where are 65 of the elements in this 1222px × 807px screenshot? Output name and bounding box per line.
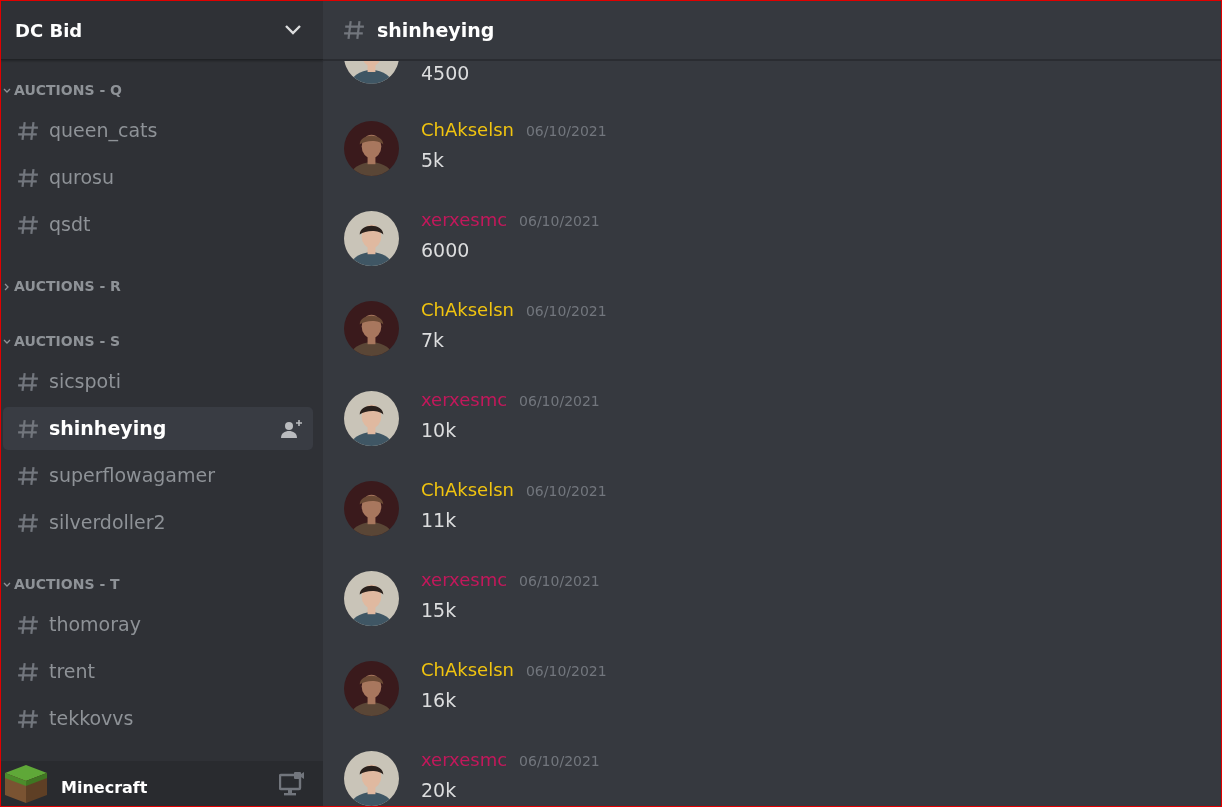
username[interactable]: ChAkselsn <box>421 116 514 143</box>
message-text: 7k <box>421 328 446 353</box>
category-name[interactable]: AUCTIONS - T <box>14 574 120 595</box>
avatar[interactable] <box>344 661 399 716</box>
hashtag-icon <box>17 660 39 683</box>
channel-item[interactable]: qsdt <box>3 203 313 246</box>
screen-share-icon[interactable] <box>279 771 305 796</box>
hashtag-icon <box>17 707 39 730</box>
message-text: 6000 <box>421 238 471 263</box>
timestamp: 06/10/2021 <box>525 302 607 321</box>
invite-icon[interactable] <box>281 419 303 438</box>
caret-icon[interactable] <box>3 86 11 95</box>
avatar[interactable] <box>344 301 399 356</box>
hashtag-icon <box>17 213 39 236</box>
channel-item[interactable]: queen_cats <box>3 109 313 152</box>
username[interactable]: ChAkselsn <box>421 296 514 323</box>
avatar[interactable] <box>344 481 399 536</box>
hashtag-icon <box>17 417 39 440</box>
username[interactable]: ChAkselsn <box>421 656 514 683</box>
caret-icon[interactable] <box>3 337 11 346</box>
message-text: 11k <box>421 508 458 533</box>
avatar[interactable] <box>344 571 399 626</box>
username[interactable]: ChAkselsn <box>421 476 514 503</box>
category-name[interactable]: AUCTIONS - R <box>14 276 121 297</box>
avatar[interactable] <box>344 211 399 266</box>
timestamp: 06/10/2021 <box>525 122 607 141</box>
message-text: 16k <box>421 688 458 713</box>
channel-item[interactable]: superflowagamer <box>3 454 313 497</box>
hashtag-icon <box>17 511 39 534</box>
caret-icon[interactable] <box>3 580 11 589</box>
avatar[interactable] <box>344 391 399 446</box>
chevron-icon[interactable] <box>285 25 301 35</box>
avatar[interactable] <box>344 751 399 806</box>
timestamp: 06/10/2021 <box>525 482 607 501</box>
message-text: 10k <box>421 418 458 443</box>
activity-name: Minecraft <box>61 776 149 799</box>
channel-item[interactable]: qurosu <box>3 156 313 199</box>
channel-item[interactable]: trent <box>3 650 313 693</box>
category-name[interactable]: AUCTIONS - Q <box>14 80 122 101</box>
grass-block-icon <box>5 764 47 803</box>
hashtag-icon <box>17 166 39 189</box>
avatar[interactable] <box>344 121 399 176</box>
channel-title: shinheying <box>377 17 495 43</box>
hashtag-icon <box>17 464 39 487</box>
channel-item[interactable]: tekkovvs <box>3 697 313 740</box>
caret-icon[interactable] <box>3 282 11 291</box>
channel-item[interactable]: silverdoller2 <box>3 501 313 544</box>
message-text: 4500 <box>421 61 470 86</box>
hashtag-icon <box>17 613 39 636</box>
message-text: 5k <box>421 148 446 173</box>
hashtag-icon <box>17 370 39 393</box>
category-name[interactable]: AUCTIONS - S <box>14 331 121 352</box>
channel-item[interactable]: thomoray <box>3 603 313 646</box>
hashtag-icon <box>17 119 39 142</box>
channel-item[interactable]: shinheying <box>3 407 313 450</box>
server-name[interactable]: DC Bid <box>15 16 83 44</box>
timestamp: 06/10/2021 <box>519 572 600 591</box>
hashtag-icon <box>343 19 365 41</box>
timestamp: 06/10/2021 <box>519 752 600 771</box>
message-text: 20k <box>421 778 458 803</box>
channel-item[interactable]: sicspoti <box>3 360 313 403</box>
message-text: 15k <box>421 598 458 623</box>
timestamp: 06/10/2021 <box>525 662 607 681</box>
timestamp: 06/10/2021 <box>519 212 600 231</box>
timestamp: 06/10/2021 <box>519 392 600 411</box>
